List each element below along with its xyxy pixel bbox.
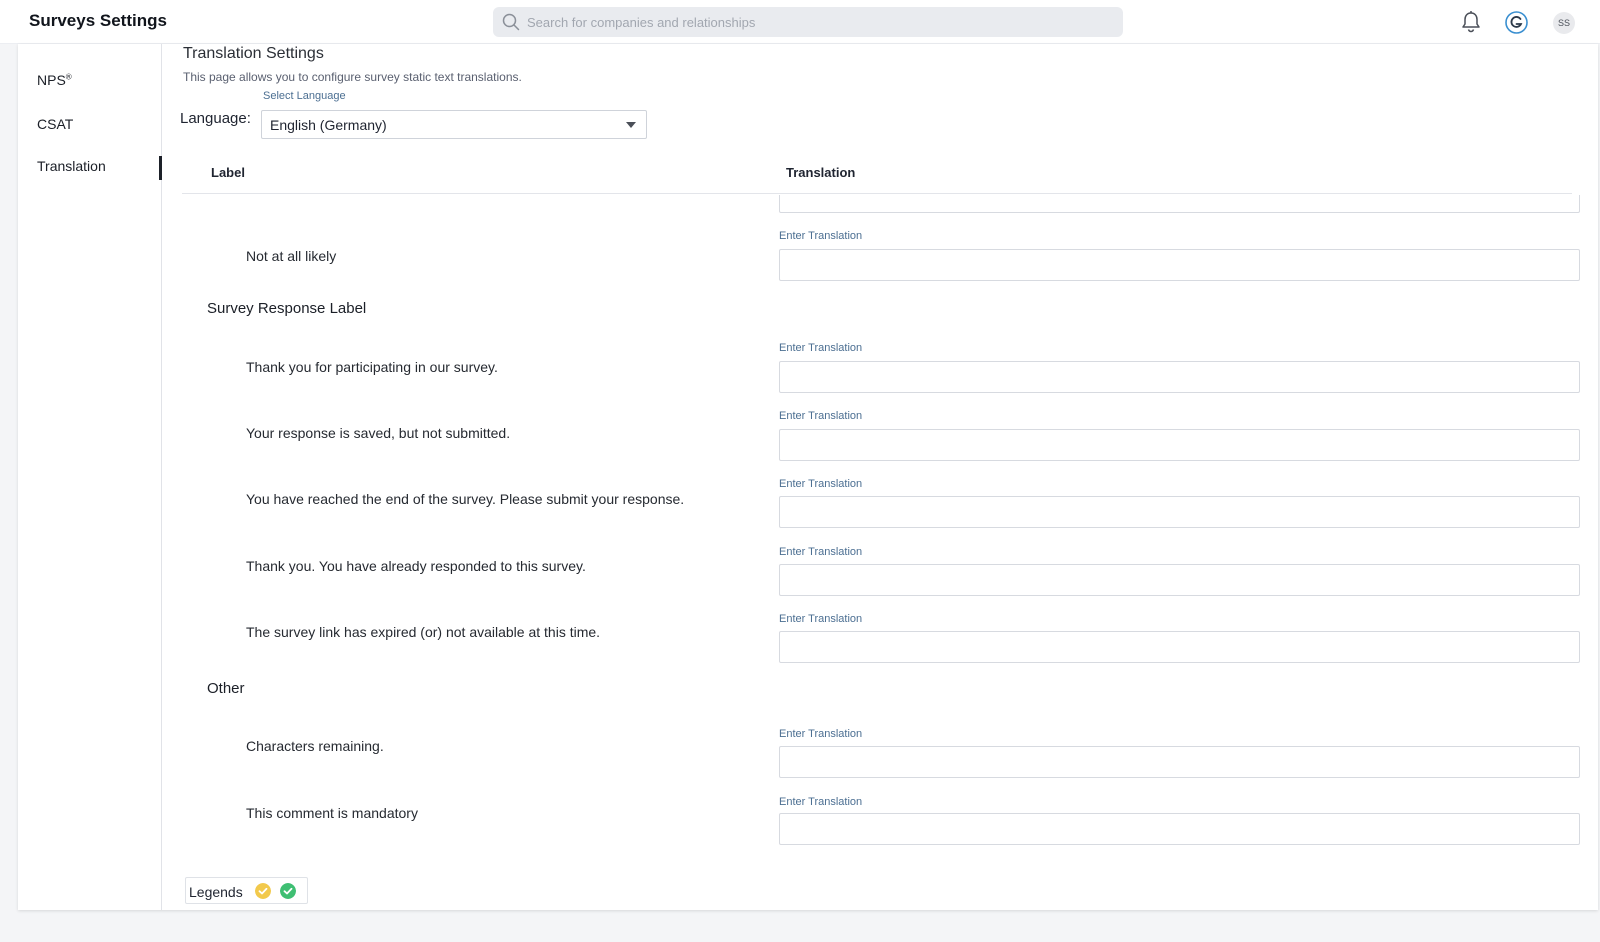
notification-bell-icon[interactable] [1460, 10, 1482, 34]
top-bar: Surveys Settings SS [0, 0, 1600, 44]
enter-translation-label: Enter Translation [779, 613, 863, 625]
enter-translation-label: Enter Translation [779, 342, 863, 354]
translation-input[interactable] [779, 429, 1580, 461]
sidebar-item-translation[interactable]: Translation [37, 158, 106, 174]
search-icon [502, 13, 520, 31]
row-label: Thank you for participating in our surve… [246, 359, 498, 375]
legends-box: Legends [185, 877, 308, 904]
registered-mark: ® [65, 72, 72, 82]
translation-input[interactable] [779, 249, 1580, 281]
sidebar: NPS® CSAT Translation [18, 44, 162, 910]
chevron-down-icon [626, 122, 636, 128]
global-search[interactable] [493, 7, 1123, 37]
row-label: You have reached the end of the survey. … [246, 491, 685, 507]
sidebar-item-label: NPS [37, 72, 66, 88]
main-panel: NPS® CSAT Translation Translation Settin… [18, 44, 1598, 910]
enter-translation-label: Enter Translation [779, 796, 863, 808]
enter-translation-label: Enter Translation [779, 728, 863, 740]
column-header-label: Label [211, 165, 245, 180]
column-header-translation: Translation [786, 165, 856, 180]
page-description: This page allows you to configure survey… [183, 70, 522, 84]
sidebar-item-csat[interactable]: CSAT [37, 116, 73, 132]
search-input[interactable] [527, 7, 1107, 37]
page-title: Translation Settings [183, 45, 324, 62]
done-check-icon [280, 883, 296, 899]
translation-table-body[interactable]: Enter Translation Not at all likely Surv… [162, 195, 1598, 848]
table-header: Label Translation [182, 150, 1572, 194]
enter-translation-label: Enter Translation [779, 410, 863, 422]
row-label: This comment is mandatory [246, 805, 418, 821]
language-select[interactable]: English (Germany) [261, 110, 647, 139]
selected-language: English (Germany) [270, 117, 387, 133]
enter-translation-label: Enter Translation [779, 230, 863, 242]
row-label: Your response is saved, but not submitte… [246, 425, 511, 441]
translation-input[interactable] [779, 746, 1580, 778]
row-label: Not at all likely [246, 248, 337, 264]
row-label: Thank you. You have already responded to… [246, 558, 586, 574]
section-title: Survey Response Label [207, 300, 367, 317]
content-area: Translation Settings This page allows yo… [162, 44, 1598, 910]
language-label: Language: [180, 110, 251, 127]
sidebar-item-nps[interactable]: NPS® [37, 72, 72, 88]
translation-input[interactable] [779, 631, 1580, 663]
enter-translation-label: Enter Translation [779, 546, 863, 558]
pending-check-icon [255, 883, 271, 899]
row-label: The survey link has expired (or) not ava… [246, 624, 601, 640]
select-language-label: Select Language [263, 90, 346, 102]
app-logo-icon[interactable] [1505, 11, 1528, 34]
translation-input[interactable] [779, 496, 1580, 528]
user-avatar[interactable]: SS [1553, 12, 1575, 34]
enter-translation-label: Enter Translation [779, 478, 863, 490]
translation-input[interactable] [779, 361, 1580, 393]
legends-label: Legends [189, 884, 243, 900]
app-title: Surveys Settings [29, 11, 167, 30]
translation-input[interactable] [779, 195, 1580, 213]
row-label: Characters remaining. [246, 738, 384, 754]
section-title: Other [207, 680, 245, 697]
translation-input[interactable] [779, 813, 1580, 845]
translation-input[interactable] [779, 564, 1580, 596]
